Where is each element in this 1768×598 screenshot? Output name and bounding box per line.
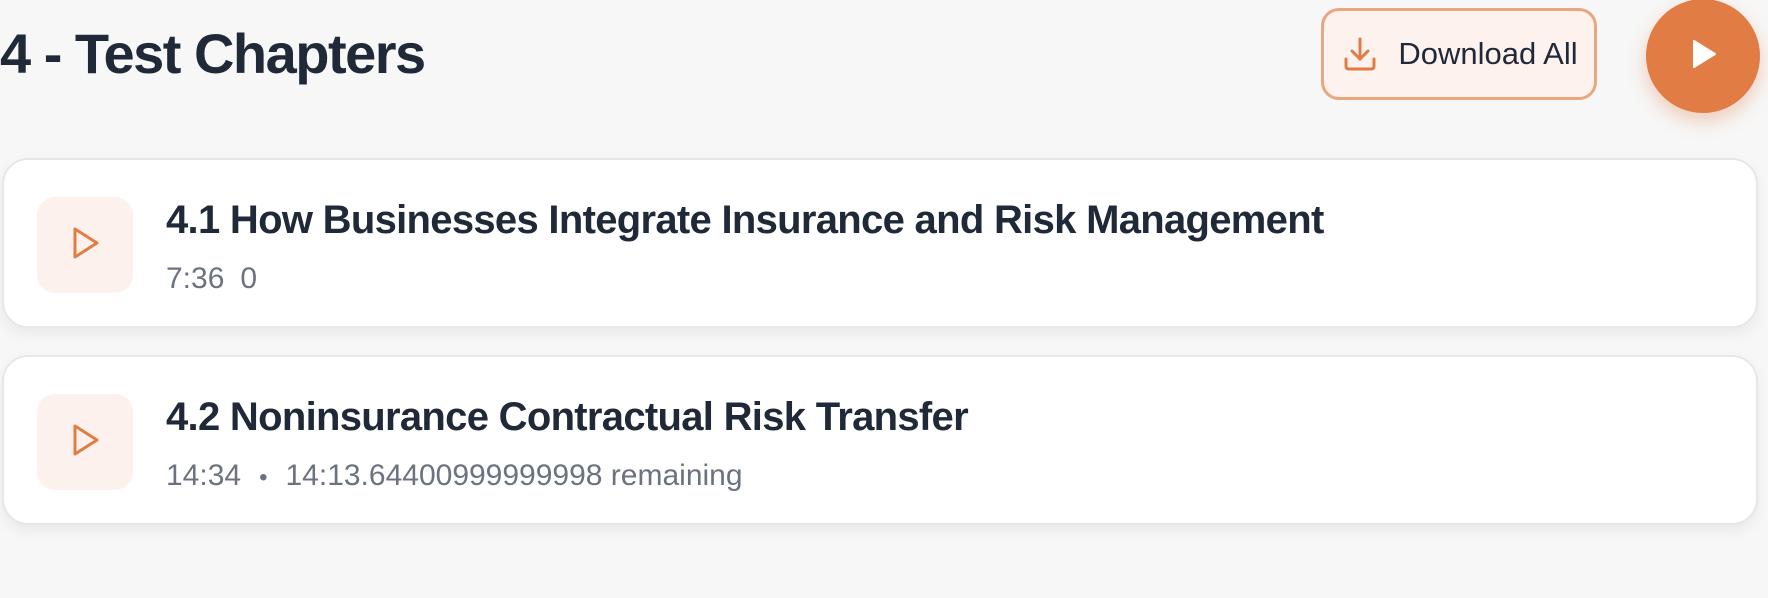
chapter-title: 4.2 Noninsurance Contractual Risk Transf… bbox=[166, 395, 969, 439]
chapter-play-button[interactable] bbox=[37, 394, 133, 490]
chapter-item[interactable]: 4.2 Noninsurance Contractual Risk Transf… bbox=[2, 355, 1758, 525]
download-all-button[interactable]: Download All bbox=[1321, 8, 1597, 100]
play-outline-icon bbox=[68, 421, 102, 464]
chapter-duration: 7:36 bbox=[166, 262, 225, 295]
play-icon bbox=[1686, 37, 1720, 76]
play-outline-icon bbox=[68, 224, 102, 267]
play-all-button[interactable] bbox=[1646, 0, 1760, 113]
meta-separator: • bbox=[259, 464, 268, 491]
chapter-play-button[interactable] bbox=[37, 197, 133, 293]
chapter-duration: 14:34 bbox=[166, 459, 242, 492]
chapter-progress: 0 bbox=[240, 262, 258, 295]
page-title: 4 - Test Chapters bbox=[0, 22, 426, 85]
download-icon bbox=[1340, 34, 1380, 74]
chapter-meta: 7:36 0 bbox=[166, 261, 257, 297]
chapter-meta: 14:34 • 14:13.64400999999998 remaining bbox=[166, 458, 743, 496]
chapter-title: 4.1 How Businesses Integrate Insurance a… bbox=[166, 198, 1324, 242]
chapter-remaining: 14:13.64400999999998 remaining bbox=[285, 459, 743, 492]
chapter-item[interactable]: 4.1 How Businesses Integrate Insurance a… bbox=[2, 158, 1758, 328]
download-all-label: Download All bbox=[1398, 36, 1578, 71]
